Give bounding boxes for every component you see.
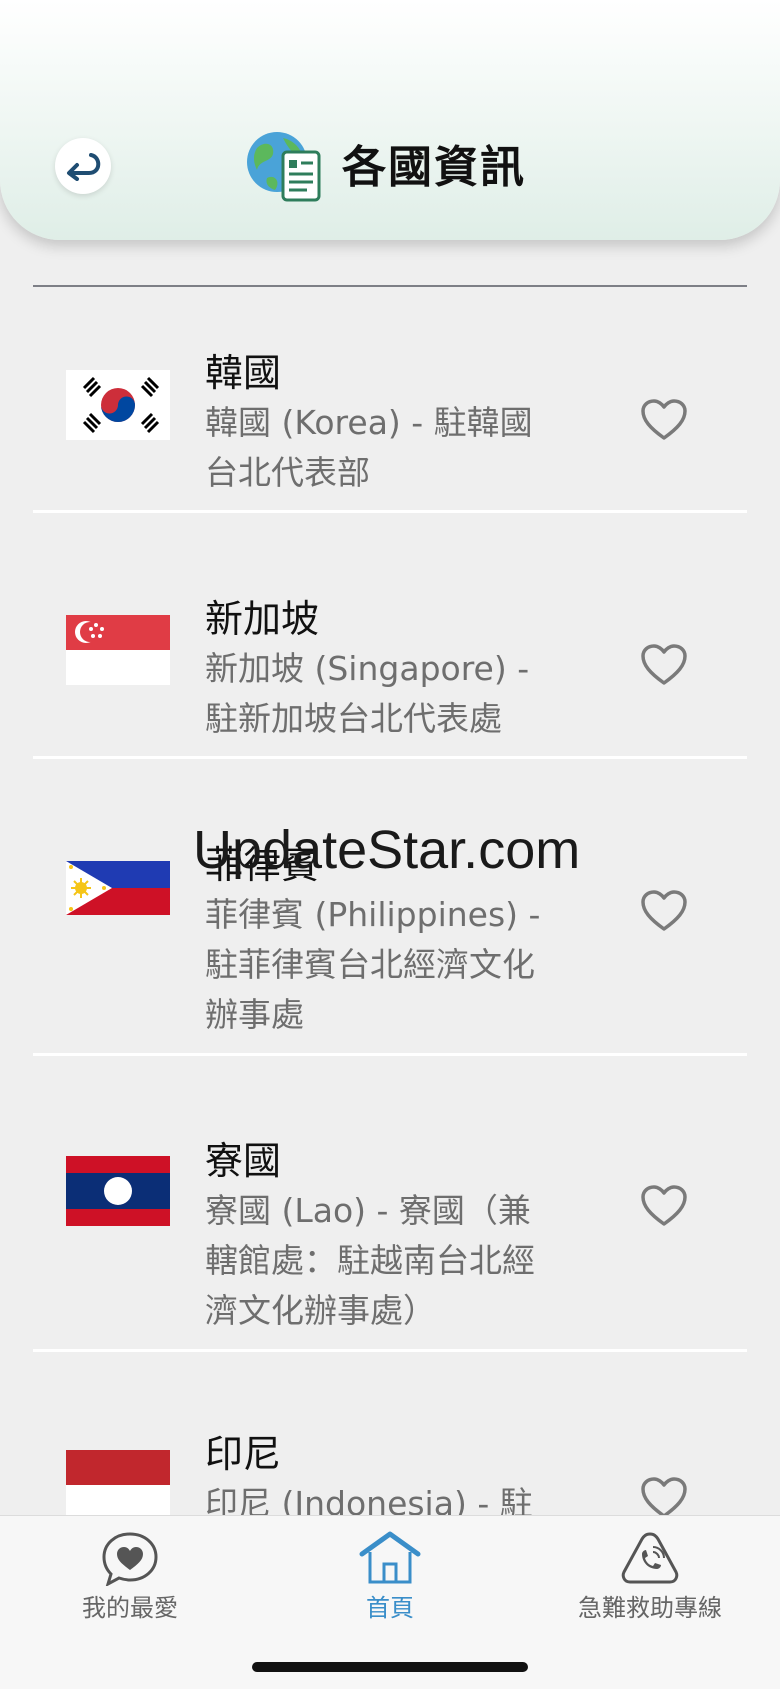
bottom-navigation: 我的最愛 首頁 急難救助專線 — [0, 1515, 780, 1689]
list-item-laos[interactable]: 寮國 寮國 (Lao) - 寮國（兼 轄館處：駐越南台北經 濟文化辦事處） — [0, 1058, 780, 1354]
laos-flag-icon — [66, 1156, 170, 1226]
list-item-singapore[interactable]: 新加坡 新加坡 (Singapore) - 駐新加坡台北代表處 — [0, 515, 780, 761]
nav-emergency[interactable]: 急難救助專線 — [520, 1516, 780, 1626]
country-description: 韓國 (Korea) - 駐韓國 台北代表部 — [205, 403, 533, 492]
philippines-flag-icon — [66, 861, 170, 931]
favorite-heart-icon[interactable] — [640, 889, 688, 933]
list-separator — [33, 1349, 747, 1352]
status-bar — [0, 0, 780, 90]
favorite-heart-icon[interactable] — [640, 643, 688, 687]
page-title: 各國資訊 — [342, 142, 526, 193]
favorite-heart-icon[interactable] — [640, 1184, 688, 1228]
favorite-heart-icon[interactable] — [640, 398, 688, 442]
country-description: 印尼 (Indonesia) - 駐 — [205, 1484, 533, 1515]
app-header: 各國資訊 — [0, 0, 780, 240]
back-arrow-icon — [67, 153, 101, 181]
country-name: 寮國 — [205, 1139, 282, 1183]
list-separator — [33, 1053, 747, 1056]
heart-chat-icon — [102, 1532, 158, 1586]
home-icon — [359, 1531, 421, 1584]
home-indicator — [252, 1662, 528, 1672]
list-separator — [33, 756, 747, 759]
indonesia-flag-icon — [66, 1450, 170, 1515]
back-button[interactable] — [55, 138, 111, 194]
korea-flag-icon — [66, 370, 170, 440]
country-name: 韓國 — [205, 351, 282, 395]
favorite-heart-icon[interactable] — [640, 1476, 688, 1515]
watermark-text: UpdateStar.com — [193, 820, 581, 880]
nav-label: 首頁 — [366, 1594, 414, 1622]
phone-icon — [621, 1532, 679, 1584]
list-item-philippines[interactable]: 菲律賓 菲律賓 (Philippines) - 駐菲律賓台北經濟文化 辦事處 — [0, 761, 780, 1058]
list-item-indonesia[interactable]: 印尼 印尼 (Indonesia) - 駐 — [0, 1354, 780, 1515]
nav-label: 我的最愛 — [82, 1594, 178, 1622]
country-name: 新加坡 — [205, 597, 320, 641]
list-item-korea[interactable]: 韓國 韓國 (Korea) - 駐韓國 台北代表部 — [0, 288, 780, 515]
nav-label: 急難救助專線 — [578, 1594, 722, 1622]
country-description: 寮國 (Lao) - 寮國（兼 轄館處：駐越南台北經 濟文化辦事處） — [205, 1191, 535, 1330]
country-list: 韓國 韓國 (Korea) - 駐韓國 台北代表部 新加坡 新加坡 (Singa… — [0, 288, 780, 1515]
singapore-flag-icon — [66, 615, 170, 685]
country-description: 菲律賓 (Philippines) - 駐菲律賓台北經濟文化 辦事處 — [205, 895, 541, 1034]
nav-home[interactable]: 首頁 — [260, 1516, 520, 1626]
country-name: 印尼 — [205, 1432, 282, 1476]
nav-favorites[interactable]: 我的最愛 — [0, 1516, 260, 1626]
header-divider — [33, 285, 747, 287]
globe-document-icon — [247, 132, 321, 202]
list-separator — [33, 510, 747, 513]
country-description: 新加坡 (Singapore) - 駐新加坡台北代表處 — [205, 649, 530, 738]
